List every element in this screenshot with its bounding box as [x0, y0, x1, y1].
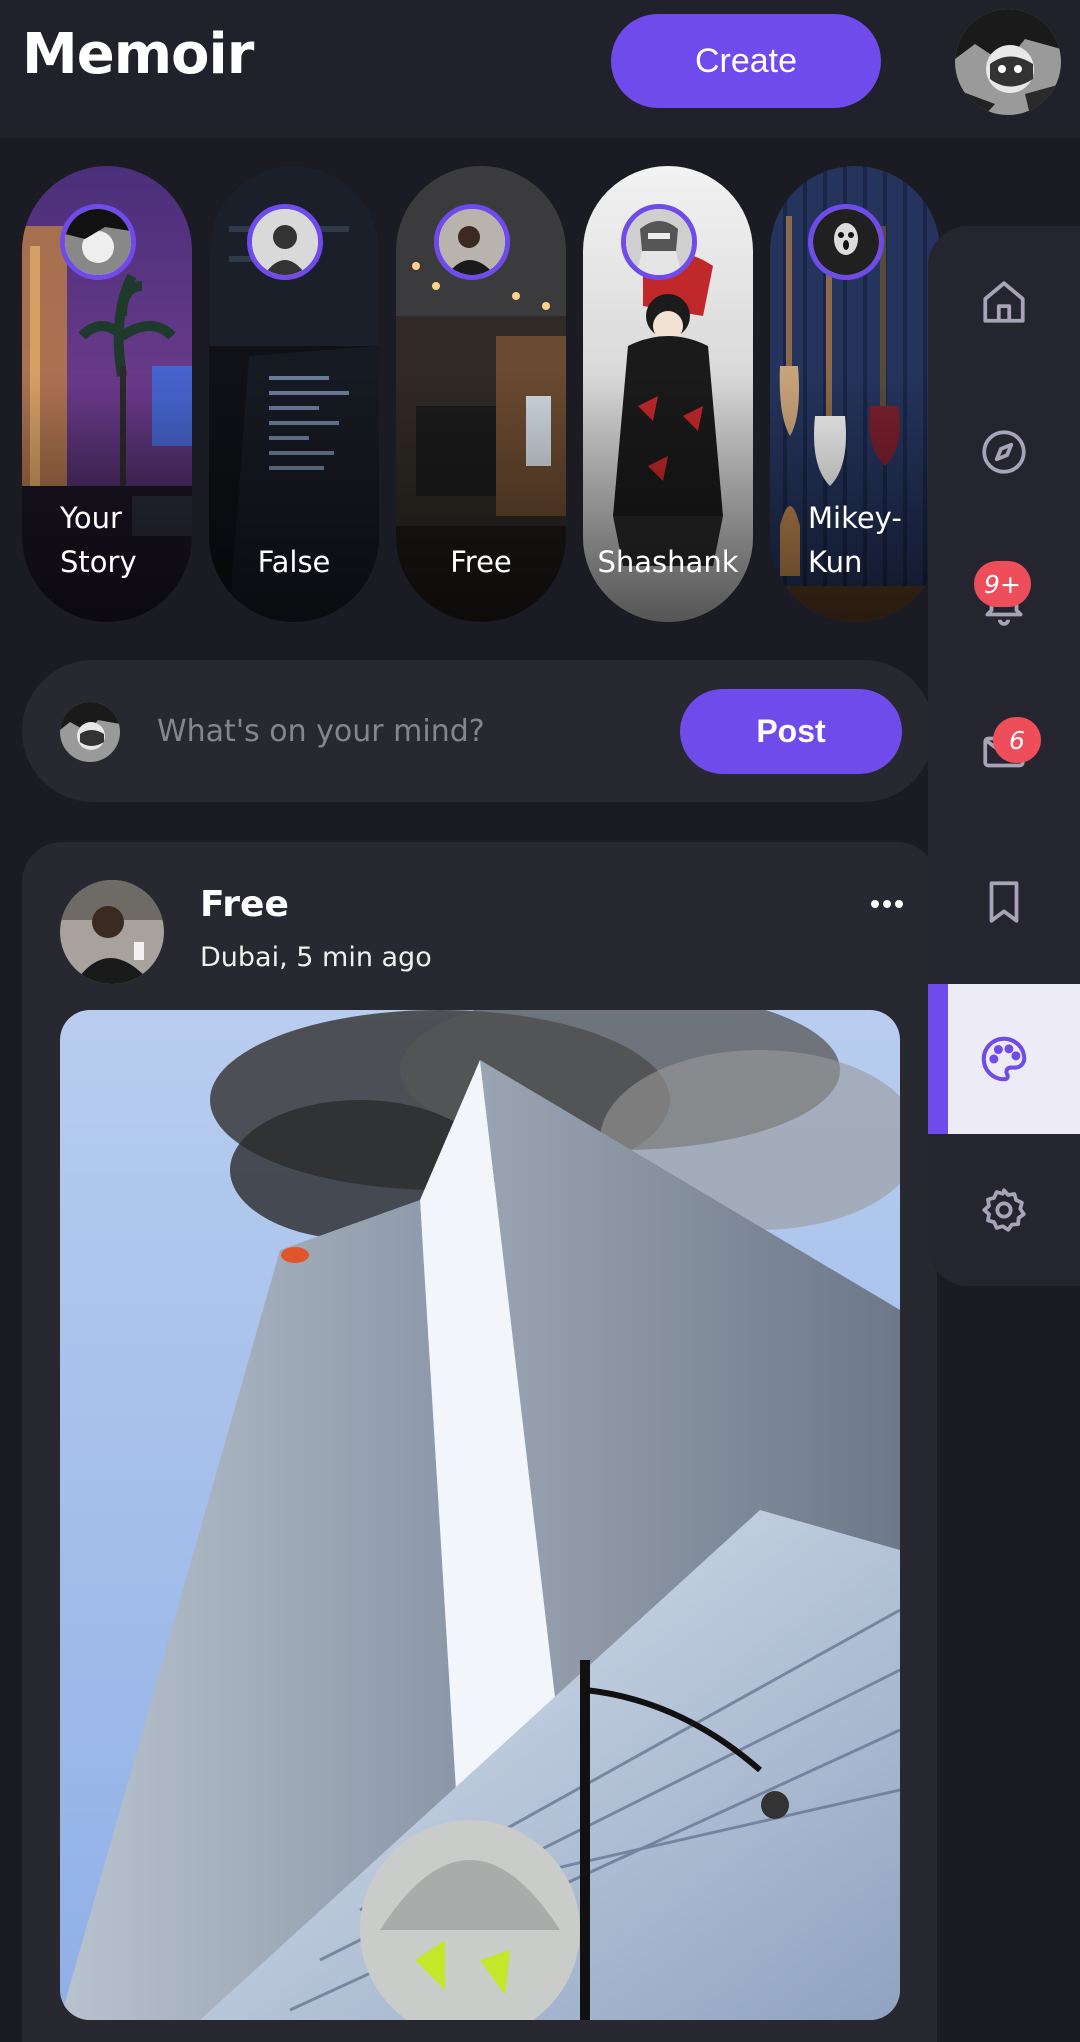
story-label: Shashank — [597, 545, 739, 579]
messages-badge: 6 — [993, 717, 1041, 763]
post-composer: Post — [22, 660, 934, 802]
palette-icon — [981, 1036, 1027, 1082]
post-button[interactable]: Post — [680, 689, 902, 774]
app-logo[interactable]: Memoir — [22, 22, 254, 87]
story-mikey-kun[interactable]: Mikey- Kun — [770, 166, 940, 622]
composer-avatar — [60, 702, 120, 762]
story-label: Free — [450, 545, 512, 579]
story-avatar — [621, 204, 697, 280]
story-label: False — [257, 545, 331, 579]
stories-row: Your Story False Free Shashank Mikey- Ku… — [0, 166, 940, 622]
settings-icon — [982, 1188, 1026, 1232]
post-author-name[interactable]: Free — [200, 884, 289, 925]
post-author-avatar[interactable] — [60, 880, 164, 984]
nav-messages[interactable]: 6 — [928, 677, 1080, 827]
story-avatar — [247, 204, 323, 280]
post-image[interactable] — [60, 1010, 900, 2020]
story-shashank[interactable]: Shashank — [583, 166, 753, 622]
composer-input[interactable] — [157, 700, 677, 762]
notification-badge: 9+ — [974, 561, 1031, 607]
story-label: Mikey- Kun — [808, 501, 902, 579]
story-avatar — [60, 204, 136, 280]
compass-icon — [982, 430, 1026, 474]
story-avatar — [434, 204, 510, 280]
profile-avatar[interactable] — [955, 9, 1061, 115]
nav-home[interactable] — [928, 227, 1080, 377]
create-button[interactable]: Create — [611, 14, 881, 108]
story-false[interactable]: False — [209, 166, 379, 622]
story-your-story[interactable]: Your Story — [22, 166, 192, 622]
story-avatar — [808, 204, 884, 280]
nav-settings[interactable] — [928, 1135, 1080, 1285]
more-dots-icon[interactable] — [867, 894, 907, 914]
bookmark-icon — [989, 881, 1019, 923]
nav-bookmarks[interactable] — [928, 827, 1080, 977]
home-icon — [983, 281, 1025, 323]
post-card: Free Dubai, 5 min ago — [22, 842, 937, 2042]
story-label: Your Story — [60, 501, 137, 579]
story-free[interactable]: Free — [396, 166, 566, 622]
side-navigation: 9+ 6 — [928, 226, 1080, 1286]
nav-themes[interactable] — [928, 984, 1080, 1134]
post-location-time: Dubai, 5 min ago — [200, 942, 432, 973]
top-bar: Memoir Create — [0, 0, 1080, 138]
nav-notifications[interactable]: 9+ — [928, 527, 1080, 677]
nav-explore[interactable] — [928, 377, 1080, 527]
